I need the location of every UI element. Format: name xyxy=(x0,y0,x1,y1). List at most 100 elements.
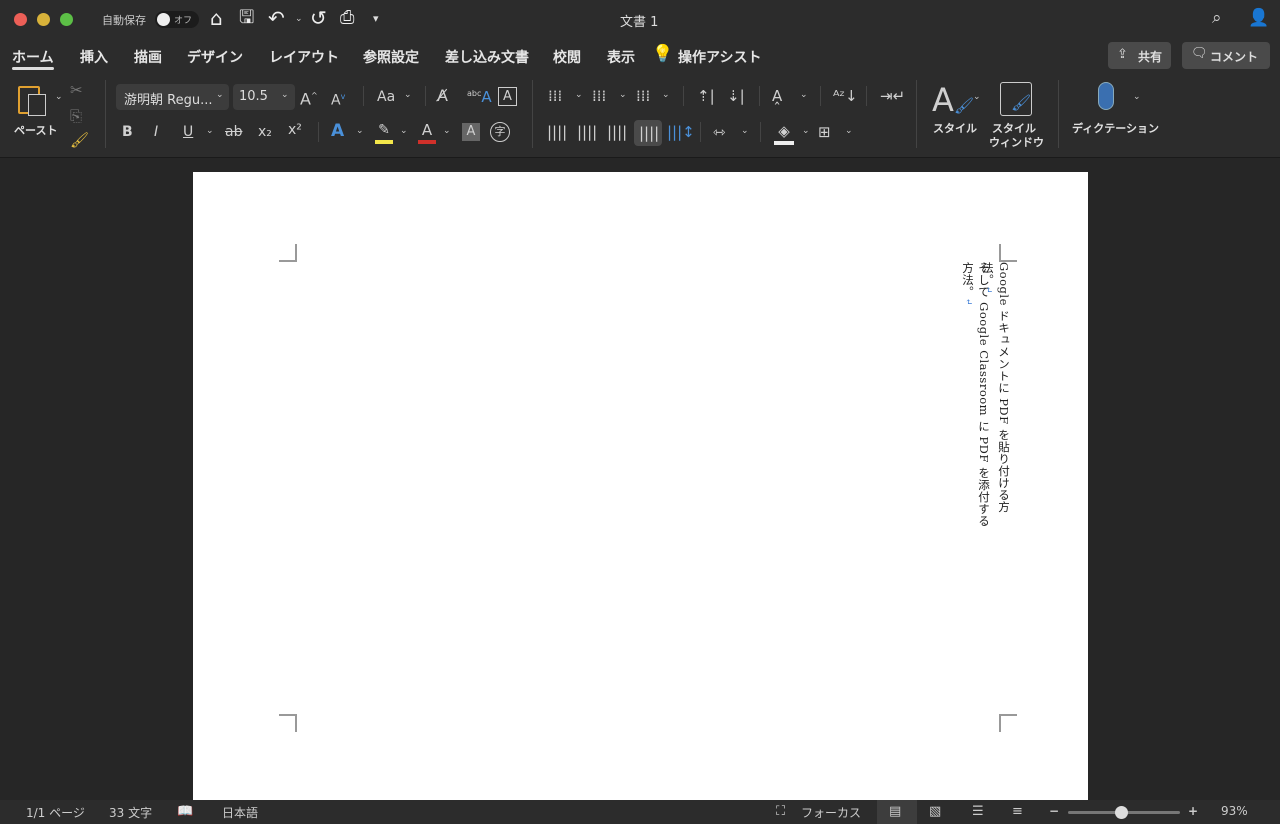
ribbon-tabs: ホーム 挿入 描画 デザイン レイアウト 参照設定 差し込み文書 校閲 表示 💡… xyxy=(0,38,1280,74)
numbering-icon[interactable]: ⁞⁞⁞ xyxy=(592,86,606,106)
zoom-level[interactable]: 93% xyxy=(1221,804,1248,818)
font-size-dropdown[interactable]: 10.5 ⌄ xyxy=(233,84,295,110)
home-icon[interactable]: ⌂ xyxy=(210,8,223,28)
document-line-2[interactable]: そして Google Classroom に PDF を添付する方法。↵ xyxy=(960,262,992,532)
language[interactable]: 日本語 xyxy=(222,804,258,821)
cut-icon[interactable]: ✂ xyxy=(70,80,83,100)
paste-button[interactable] xyxy=(14,80,54,120)
tab-references[interactable]: 参照設定 xyxy=(363,47,419,67)
line-spacing-icon[interactable]: ⇿ xyxy=(713,122,726,142)
account-icon[interactable]: 👤 xyxy=(1248,8,1269,28)
tab-insert[interactable]: 挿入 xyxy=(80,47,108,67)
subscript-button[interactable]: x₂ xyxy=(258,122,272,142)
superscript-button[interactable]: x² xyxy=(288,120,302,140)
tab-view[interactable]: 表示 xyxy=(607,47,635,67)
character-shading-icon[interactable]: A xyxy=(462,123,480,141)
dictation-button[interactable]: ディクテーション xyxy=(1070,80,1165,142)
character-border-icon[interactable]: A xyxy=(498,87,517,106)
print-layout-view-button[interactable]: ▤ xyxy=(877,800,917,824)
grow-font-icon[interactable]: A^ xyxy=(300,86,318,109)
text-effects-icon[interactable]: A xyxy=(331,121,344,141)
undo-icon[interactable]: ↶ xyxy=(268,8,285,28)
customize-toolbar-icon[interactable]: ▾ xyxy=(373,9,379,29)
zoom-slider-handle[interactable] xyxy=(1115,806,1128,819)
underline-button[interactable]: U xyxy=(183,122,193,142)
format-painter-icon[interactable]: 🖌 xyxy=(70,130,89,150)
shrink-font-icon[interactable]: Av xyxy=(331,87,345,111)
sort-icon[interactable]: ᴬᶻ↓ xyxy=(833,86,858,106)
chevron-down-icon[interactable]: ⌄ xyxy=(800,90,808,100)
align-center-icon[interactable]: |||| xyxy=(577,122,597,142)
chevron-down-icon[interactable]: ⌄ xyxy=(443,126,451,136)
chevron-down-icon[interactable]: ⌄ xyxy=(1133,92,1141,102)
justify-button[interactable]: |||| xyxy=(634,120,662,146)
zoom-slider[interactable] xyxy=(1068,811,1180,814)
chevron-down-icon[interactable]: ⌄ xyxy=(400,126,408,136)
clear-formatting-icon[interactable]: A̸ xyxy=(437,86,448,106)
chevron-down-icon[interactable]: ⌄ xyxy=(973,92,981,102)
chevron-down-icon[interactable]: ⌄ xyxy=(356,126,364,136)
close-window-button[interactable] xyxy=(14,13,27,26)
tell-me-button[interactable]: 操作アシスト xyxy=(678,47,761,67)
shading-icon[interactable]: ◈ xyxy=(774,121,794,145)
comment-button[interactable]: 🗨 コメント xyxy=(1182,42,1270,69)
decrease-indent-icon[interactable]: ⇡| xyxy=(697,86,715,106)
chevron-down-icon[interactable]: ⌄ xyxy=(404,90,412,100)
show-formatting-marks-icon[interactable]: ⇥↵ xyxy=(880,86,905,106)
print-icon[interactable]: ⎙ xyxy=(340,8,354,28)
character-spacing-icon[interactable]: A̭ xyxy=(772,86,782,106)
undo-chevron-icon[interactable]: ⌄ xyxy=(295,14,303,24)
share-button[interactable]: ⇪ 共有 xyxy=(1108,42,1171,69)
web-layout-icon[interactable]: ▧ xyxy=(929,804,941,819)
chevron-down-icon[interactable]: ⌄ xyxy=(802,126,810,136)
change-case-button[interactable]: Aa xyxy=(377,87,395,107)
styles-window-button[interactable]: 🖌 スタイル ウィンドウ xyxy=(988,80,1048,154)
highlight-icon[interactable]: ✎ xyxy=(375,120,393,144)
paste-chevron-icon[interactable]: ⌄ xyxy=(55,92,63,102)
increase-indent-icon[interactable]: ⇣| xyxy=(727,86,745,106)
focus-mode-button[interactable]: フォーカス xyxy=(801,804,861,821)
page-count[interactable]: 1/1 ページ xyxy=(26,804,85,821)
strikethrough-button[interactable]: ab xyxy=(225,122,242,142)
font-name-dropdown[interactable]: 游明朝 Regu... ⌄ xyxy=(116,84,229,110)
distributed-icon[interactable]: |||↕ xyxy=(667,122,695,142)
bold-button[interactable]: B xyxy=(122,122,133,142)
tab-design[interactable]: デザイン xyxy=(187,47,243,67)
draft-view-icon[interactable]: ≡ xyxy=(1012,804,1023,819)
align-top-icon[interactable]: |||| xyxy=(547,122,567,142)
minimize-window-button[interactable] xyxy=(37,13,50,26)
tab-mailings[interactable]: 差し込み文書 xyxy=(445,47,529,67)
chevron-down-icon[interactable]: ⌄ xyxy=(619,90,627,100)
chevron-down-icon[interactable]: ⌄ xyxy=(206,126,214,136)
outline-view-icon[interactable]: ☰ xyxy=(972,804,984,819)
tab-home[interactable]: ホーム xyxy=(12,47,54,67)
align-bottom-icon[interactable]: |||| xyxy=(607,122,627,142)
borders-icon[interactable]: ⊞ xyxy=(818,122,831,142)
chevron-down-icon[interactable]: ⌄ xyxy=(741,126,749,136)
chevron-down-icon[interactable]: ⌄ xyxy=(575,90,583,100)
chevron-down-icon[interactable]: ⌄ xyxy=(662,90,670,100)
autosave-toggle[interactable]: オフ xyxy=(155,11,199,28)
phonetic-guide-icon[interactable]: abcA xyxy=(467,84,492,107)
focus-icon[interactable]: ⛶ xyxy=(776,804,785,819)
zoom-in-button[interactable]: + xyxy=(1188,804,1198,818)
redo-icon[interactable]: ↺ xyxy=(310,8,327,28)
enclose-characters-icon[interactable]: 字 xyxy=(490,122,510,142)
proofing-icon[interactable]: 📖 xyxy=(177,804,193,819)
tab-draw[interactable]: 描画 xyxy=(134,47,162,67)
font-color-icon[interactable]: A xyxy=(418,120,436,144)
word-count[interactable]: 33 文字 xyxy=(109,804,152,821)
zoom-out-button[interactable]: − xyxy=(1049,804,1059,818)
styles-button[interactable]: A🖌 スタイル xyxy=(928,80,983,142)
copy-icon[interactable]: ⎘ xyxy=(70,106,82,126)
tab-layout[interactable]: レイアウト xyxy=(269,47,339,67)
bullets-icon[interactable]: ⁞⁞⁞ xyxy=(548,86,562,106)
chevron-down-icon[interactable]: ⌄ xyxy=(845,126,853,136)
maximize-window-button[interactable] xyxy=(60,13,73,26)
tab-review[interactable]: 校閲 xyxy=(553,47,581,67)
italic-button[interactable]: I xyxy=(154,122,158,142)
save-icon[interactable]: 🖫 xyxy=(239,8,254,28)
search-icon[interactable]: ⌕ xyxy=(1212,8,1222,28)
multilevel-list-icon[interactable]: ⁞⁞⁞ xyxy=(636,86,650,106)
document-page[interactable]: Google ドキュメントに PDF を貼り付ける方法。↵ そして Google… xyxy=(193,172,1088,802)
